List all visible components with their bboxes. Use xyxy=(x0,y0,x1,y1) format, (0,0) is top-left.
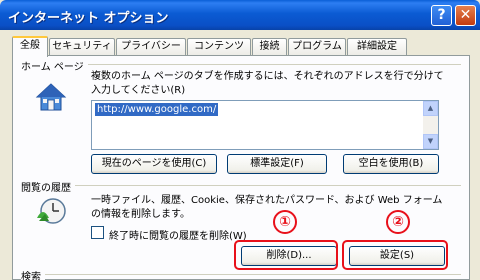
scroll-down-icon[interactable]: ▼ xyxy=(423,134,438,149)
tab-connections[interactable]: 接続 xyxy=(252,38,287,56)
use-current-button[interactable]: 現在のページを使用(C) xyxy=(91,154,217,174)
annotation-marker-1: ① xyxy=(273,210,297,234)
home-page-url-textbox[interactable]: http://www.google.com/ ▲ ▼ xyxy=(91,100,439,150)
delete-button-highlight xyxy=(234,240,338,270)
history-section-label: 閲覧の履歴 xyxy=(21,179,75,194)
home-page-section-label: ホーム ページ xyxy=(21,58,88,73)
title-bar: インターネット オプション ? ✕ xyxy=(0,0,480,30)
tab-general[interactable]: 全般 xyxy=(12,36,48,57)
delete-on-exit-checkbox[interactable] xyxy=(91,226,104,239)
annotation-marker-2: ② xyxy=(386,210,410,234)
home-page-desc-line2: 入力してください(R) xyxy=(91,85,186,96)
url-scrollbar[interactable]: ▲ ▼ xyxy=(423,101,438,149)
scroll-up-icon[interactable]: ▲ xyxy=(423,101,438,116)
home-icon xyxy=(35,83,67,111)
settings-button-highlight xyxy=(342,240,448,270)
search-section-label: 検索 xyxy=(21,268,45,280)
history-desc-line1: 一時ファイル、履歴、Cookie、保存されたパスワード、および Web フォーム xyxy=(91,195,443,206)
use-default-button[interactable]: 標準設定(F) xyxy=(227,154,327,174)
home-page-description: 複数のホーム ページのタブを作成するには、それぞれのアドレスを行で分けて 入力し… xyxy=(91,70,444,98)
history-clock-icon xyxy=(37,198,66,224)
home-page-url-value: http://www.google.com/ xyxy=(95,103,219,116)
tab-programs[interactable]: プログラム xyxy=(288,38,346,56)
tab-content[interactable]: コンテンツ xyxy=(187,38,251,56)
window-title: インターネット オプション xyxy=(8,11,169,26)
help-button[interactable]: ? xyxy=(431,5,452,26)
close-button[interactable]: ✕ xyxy=(455,5,476,26)
home-page-desc-line1: 複数のホーム ページのタブを作成するには、それぞれのアドレスを行で分けて xyxy=(91,71,444,82)
tab-advanced[interactable]: 詳細設定 xyxy=(347,38,407,56)
search-divider xyxy=(21,274,461,275)
delete-on-exit-label: 終了時に閲覧の履歴を削除(W) xyxy=(109,231,247,242)
history-divider xyxy=(21,185,461,186)
tab-security[interactable]: セキュリティ xyxy=(49,38,115,56)
use-blank-button[interactable]: 空白を使用(B) xyxy=(343,154,439,174)
tab-privacy[interactable]: プライバシー xyxy=(116,38,186,56)
